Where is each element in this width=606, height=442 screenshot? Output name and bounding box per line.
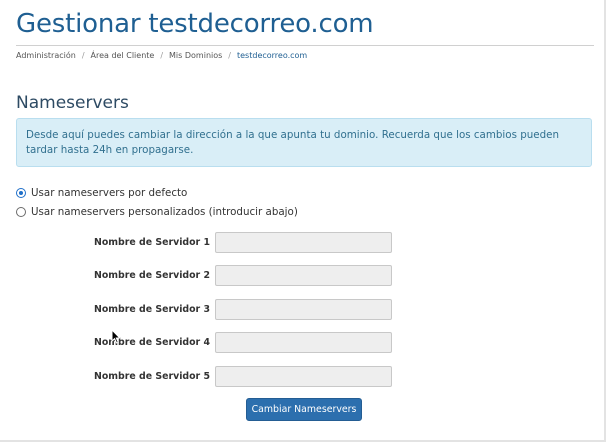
breadcrumb-item-mis-dominios[interactable]: Mis Dominios [169, 51, 222, 60]
radio-default-nameservers[interactable]: Usar nameservers por defecto [16, 187, 187, 199]
info-alert-text: Desde aquí puedes cambiar la dirección a… [26, 129, 560, 156]
change-nameservers-button[interactable]: Cambiar Nameservers [246, 398, 362, 421]
radio-unchecked-icon[interactable] [16, 207, 26, 217]
breadcrumb-item-area-cliente[interactable]: Área del Cliente [91, 51, 155, 60]
nameserver-2-label: Nombre de Servidor 2 [94, 270, 210, 281]
mouse-cursor-icon [111, 329, 121, 344]
breadcrumb: Administración / Área del Cliente / Mis Domi… [16, 51, 307, 60]
section-title: Nameservers [16, 93, 129, 113]
nameserver-1-input[interactable] [215, 232, 392, 253]
breadcrumb-separator: / [81, 51, 85, 60]
breadcrumb-separator: / [228, 51, 231, 60]
breadcrumb-current: testdecorreo.com [237, 51, 308, 60]
nameserver-3-label: Nombre de Servidor 3 [94, 304, 210, 315]
info-alert: Desde aquí puedes cambiar la dirección a… [16, 118, 592, 167]
nameserver-5-input[interactable] [215, 366, 392, 387]
radio-checked-icon[interactable] [16, 188, 26, 198]
breadcrumb-item-administracion[interactable]: Administración [16, 51, 76, 60]
nameserver-2-input[interactable] [215, 265, 392, 286]
breadcrumb-separator: / [160, 51, 164, 60]
nameserver-4-input[interactable] [215, 332, 392, 353]
title-divider [16, 45, 594, 46]
page-title: Gestionar testdecorreo.com [16, 9, 374, 39]
nameserver-1-label: Nombre de Servidor 1 [94, 237, 210, 248]
nameserver-3-input[interactable] [215, 299, 392, 320]
nameserver-5-label: Nombre de Servidor 5 [94, 371, 210, 382]
radio-default-label: Usar nameservers por defecto [31, 187, 188, 199]
radio-custom-label: Usar nameservers personalizados (introdu… [31, 206, 298, 218]
radio-custom-nameservers[interactable]: Usar nameservers personalizados (introdu… [16, 206, 298, 218]
